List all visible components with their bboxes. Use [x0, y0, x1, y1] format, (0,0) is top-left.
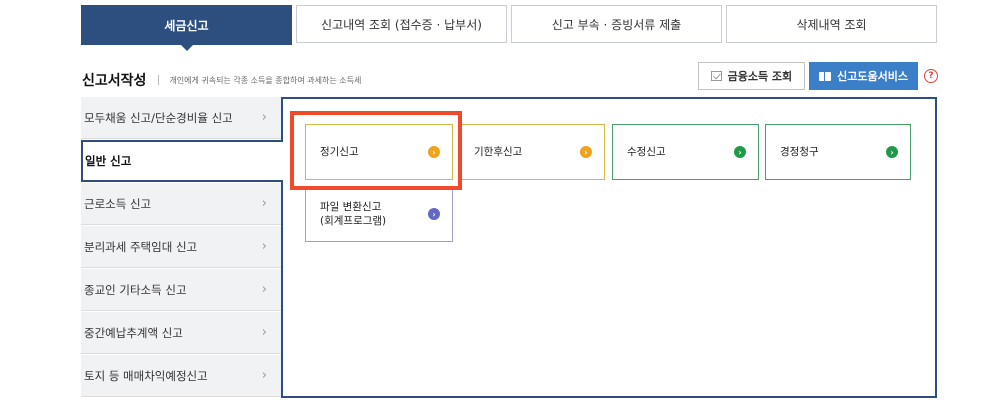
button-label: 금융소득 조회 [727, 70, 793, 83]
sidebar-item-label: 근로소득 신고 [84, 196, 152, 211]
sidebar-item-easy-filing[interactable]: 모두채움 신고/단순경비율 신고 › [81, 97, 281, 139]
sidebar-item-religious-income[interactable]: 종교인 기타소득 신고 › [81, 269, 281, 311]
chevron-right-icon: › [261, 282, 267, 297]
chevron-right-icon: › [261, 110, 267, 125]
arrow-right-icon: › [734, 146, 746, 158]
tab-deleted-history[interactable]: 삭제내역 조회 [726, 5, 937, 43]
tab-label: 신고내역 조회 (접수증 · 납부서) [321, 17, 482, 32]
book-icon [819, 71, 832, 81]
tab-label: 세금신고 [164, 18, 209, 33]
section-description: 개인에게 귀속되는 각종 소득을 종합하여 과세하는 소득세 [169, 75, 362, 85]
chevron-right-icon: › [261, 368, 267, 383]
finance-income-lookup-button[interactable]: 금융소득 조회 [697, 62, 806, 90]
checkbox-edit-icon [710, 71, 722, 81]
chevron-right-icon: › [261, 325, 267, 340]
button-label: 신고도움서비스 [837, 70, 908, 83]
sidebar: 모두채움 신고/단순경비율 신고 › 일반 신고 근로소득 신고 › 분리과세 … [81, 97, 283, 398]
tab-label: 삭제내역 조회 [796, 17, 867, 32]
amended-filing-card[interactable]: 수정신고 › [612, 124, 759, 180]
tab-label: 신고 부속 · 증빙서류 제출 [551, 17, 682, 32]
late-filing-card[interactable]: 기한후신고 › [459, 124, 605, 180]
tab-tax-filing[interactable]: 세금신고 [81, 5, 292, 51]
top-tabs: 세금신고 신고내역 조회 (접수증 · 납부서) 신고 부속 · 증빙서류 제출… [81, 5, 937, 51]
card-label-line2: (회계프로그램) [320, 215, 387, 227]
card-label: 수정신고 [627, 146, 666, 158]
tab-attachment-submit[interactable]: 신고 부속 · 증빙서류 제출 [511, 5, 722, 43]
divider [158, 75, 160, 85]
arrow-right-icon: › [580, 146, 592, 158]
section-title: 신고서작성 [82, 73, 147, 89]
card-label: 기한후신고 [474, 146, 523, 158]
tab-filing-history[interactable]: 신고내역 조회 (접수증 · 납부서) [296, 5, 507, 43]
arrow-right-icon: › [428, 208, 440, 220]
sidebar-item-label: 모두채움 신고/단순경비율 신고 [84, 110, 233, 125]
sidebar-item-label: 토지 등 매매차익예정신고 [84, 368, 208, 383]
toolbar: 금융소득 조회 신고도움서비스 ? [697, 62, 938, 90]
filing-help-service-button[interactable]: 신고도움서비스 [809, 62, 918, 90]
chevron-right-icon: › [261, 239, 267, 254]
sidebar-item-rental-income[interactable]: 분리과세 주택임대 신고 › [81, 226, 281, 268]
sidebar-item-label: 종교인 기타소득 신고 [84, 282, 187, 297]
highlight-box [290, 111, 462, 190]
card-label-line1: 파일 변환신고 [320, 201, 382, 213]
card-label: 파일 변환신고 (회계프로그램) [320, 200, 386, 228]
sidebar-item-label: 중간예납추계액 신고 [84, 325, 183, 340]
sidebar-item-earned-income[interactable]: 근로소득 신고 › [81, 183, 281, 225]
chevron-right-icon: › [261, 196, 267, 211]
file-conversion-filing-card[interactable]: 파일 변환신고 (회계프로그램) › [305, 186, 453, 242]
arrow-right-icon: › [886, 146, 898, 158]
sidebar-item-label: 일반 신고 [85, 154, 132, 168]
card-label: 경정청구 [780, 146, 819, 158]
section-heading: 신고서작성 개인에게 귀속되는 각종 소득을 종합하여 과세하는 소득세 [82, 70, 361, 90]
help-icon[interactable]: ? [924, 69, 938, 83]
sidebar-item-label: 분리과세 주택임대 신고 [84, 239, 198, 254]
sidebar-item-general-filing[interactable]: 일반 신고 [81, 140, 283, 182]
sidebar-item-land-sale[interactable]: 토지 등 매매차익예정신고 › [81, 355, 281, 397]
sidebar-item-interim-prepayment[interactable]: 중간예납추계액 신고 › [81, 312, 281, 354]
correction-claim-card[interactable]: 경정청구 › [765, 124, 911, 180]
